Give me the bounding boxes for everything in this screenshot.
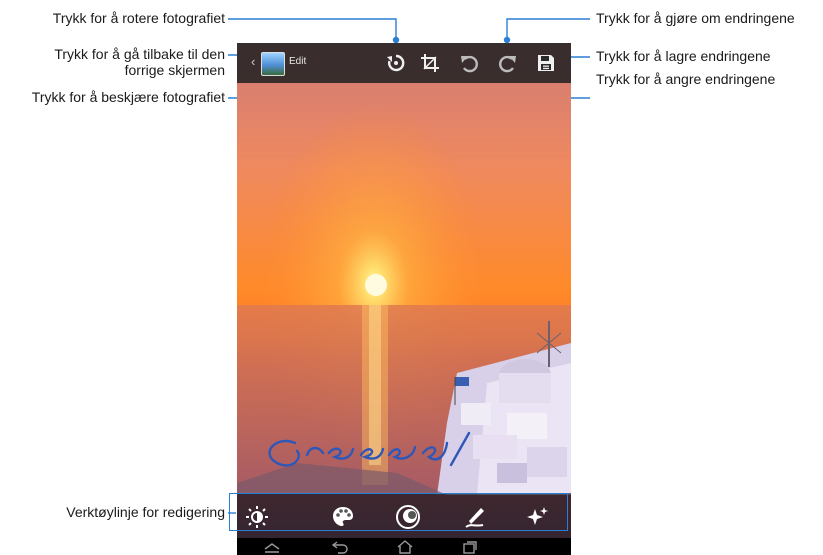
rotate-icon (387, 54, 405, 72)
redo-icon (499, 55, 516, 73)
gallery-app-icon[interactable] (261, 52, 285, 76)
sunset-photo (237, 43, 571, 555)
callout-back-line1: Trykk for å gå tilbake til den (54, 46, 225, 62)
crop-button[interactable] (418, 51, 442, 75)
app-title: Edit (289, 56, 307, 67)
callout-crop: Trykk for å beskjære fotografiet (31, 89, 225, 105)
nav-recent-apps-icon (463, 540, 477, 554)
save-button[interactable] (534, 51, 558, 75)
crop-icon (421, 54, 439, 72)
callout-toolbar: Verktøylinje for redigering (66, 504, 225, 520)
device-screen: ‹ Edit (237, 43, 571, 555)
nav-back-icon (331, 540, 348, 554)
rotate-button[interactable] (384, 51, 408, 75)
nav-up-button[interactable] (261, 539, 283, 554)
redo-button[interactable] (496, 51, 520, 75)
action-bar: ‹ Edit (237, 43, 571, 83)
callout-save: Trykk for å lagre endringene (596, 48, 771, 64)
toolbar-highlight (229, 493, 568, 531)
callout-redo: Trykk for å gjøre om endringene (596, 10, 795, 26)
save-icon (538, 55, 554, 71)
undo-icon (461, 55, 478, 73)
nav-up-icon (264, 542, 280, 553)
callout-undo: Trykk for å angre endringene (596, 71, 776, 87)
nav-home-icon (397, 539, 413, 554)
chevron-left-icon[interactable]: ‹ (251, 54, 255, 69)
callout-back-line2: forrige skjermen (124, 62, 225, 78)
system-nav-bar (237, 538, 571, 555)
nav-home-button[interactable] (394, 539, 416, 554)
nav-recent-button[interactable] (459, 539, 481, 554)
callout-rotate: Trykk for å rotere fotografiet (52, 10, 225, 26)
undo-button[interactable] (457, 51, 481, 75)
nav-back-button[interactable] (329, 539, 351, 554)
